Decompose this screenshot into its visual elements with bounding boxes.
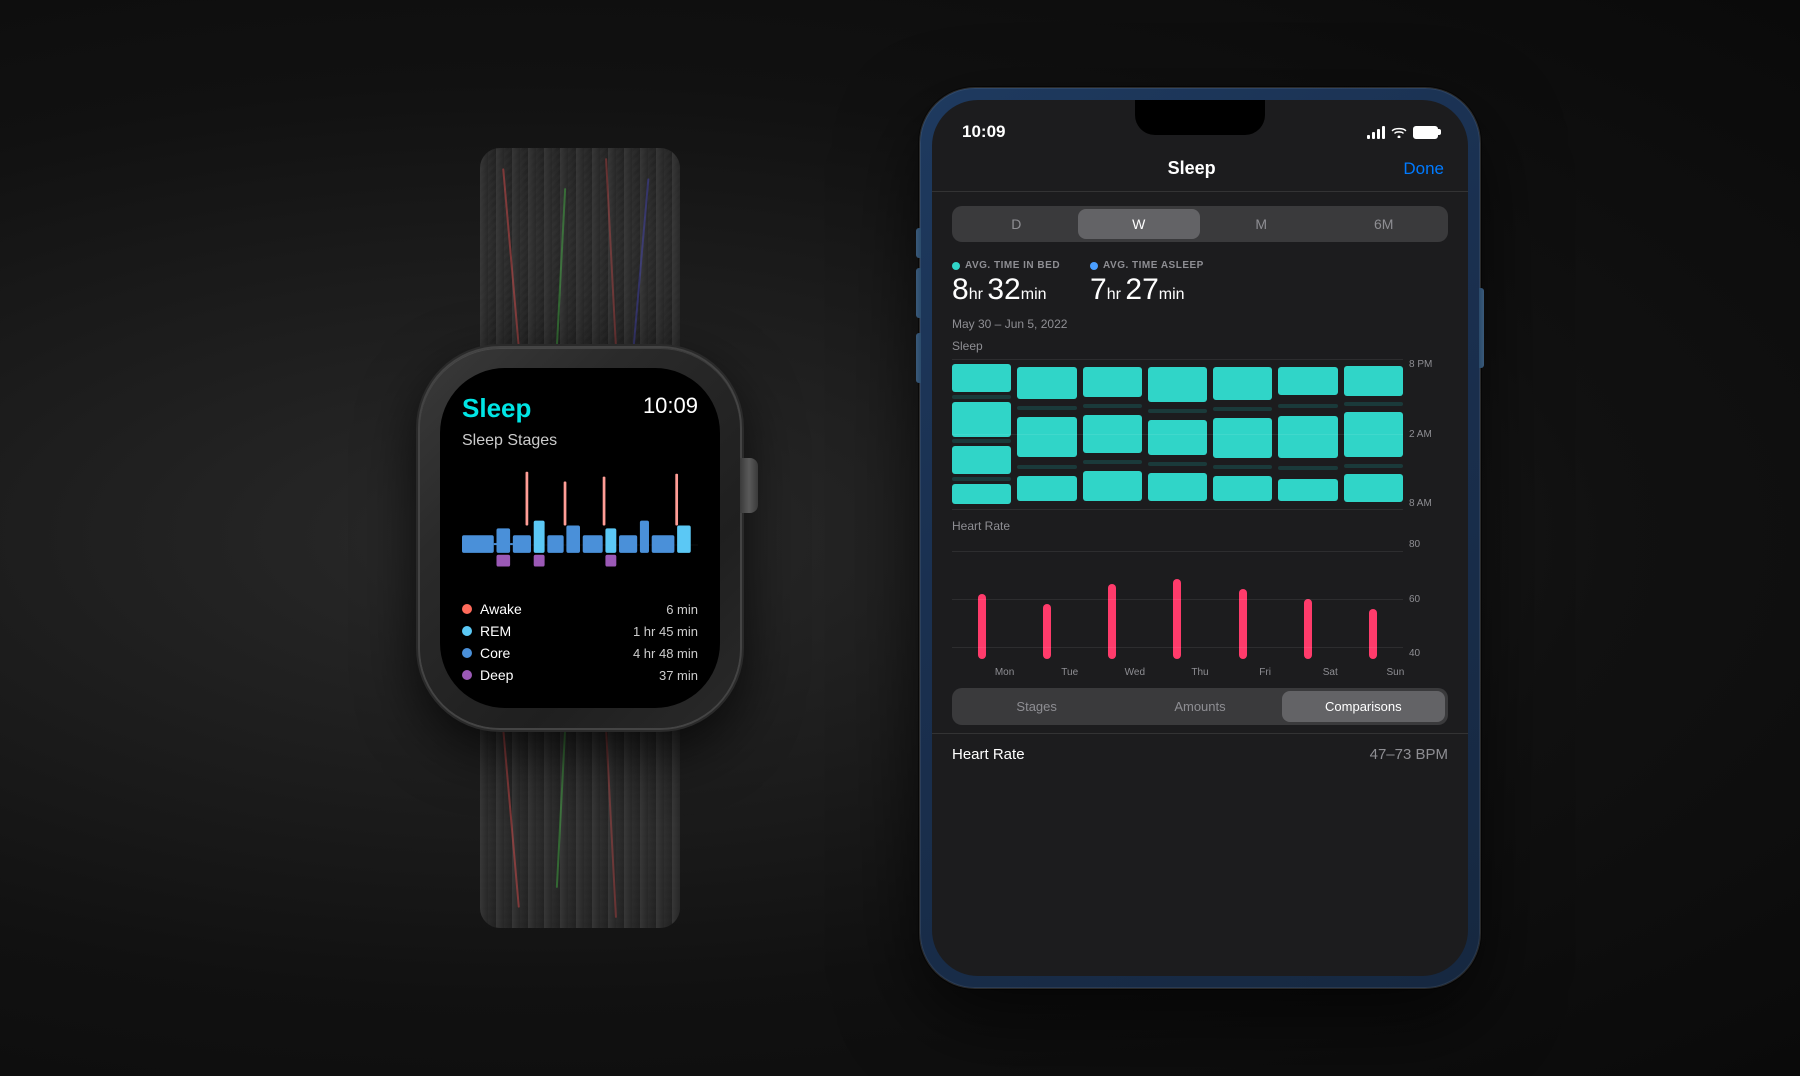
x-label-wed: Wed — [1102, 667, 1167, 678]
seg-m[interactable]: M — [1200, 209, 1323, 239]
watch-body: Sleep 10:09 Sleep Stages — [420, 348, 740, 728]
phone-vol-up-button — [916, 268, 921, 318]
heart-chart-label: Heart Rate — [952, 519, 1448, 533]
bottom-tabs[interactable]: Stages Amounts Comparisons — [952, 688, 1448, 725]
x-label-sun: Sun — [1363, 667, 1428, 678]
stat-time-asleep: AVG. TIME ASLEEP 7hr 27min — [1090, 260, 1204, 307]
rem-label: REM — [480, 623, 511, 639]
awake-value: 6 min — [666, 602, 698, 617]
watch-legend: Awake 6 min REM 1 hr 45 min — [462, 601, 698, 683]
y-label-8pm: 8 PM — [1409, 359, 1448, 370]
time-asleep-value: 7hr 27min — [1090, 273, 1204, 307]
phone-container: 10:09 — [920, 88, 1480, 988]
legend-deep: Deep 37 min — [462, 667, 698, 683]
heart-chart-section: Heart Rate — [952, 519, 1448, 678]
watch-crown — [740, 458, 758, 513]
segmented-control[interactable]: D W M 6M — [952, 206, 1448, 242]
deep-label: Deep — [480, 667, 513, 683]
heart-chart-bars — [952, 539, 1403, 659]
awake-dot — [462, 604, 472, 614]
awake-label: Awake — [480, 601, 522, 617]
watch-band-top — [480, 148, 680, 368]
tab-stages[interactable]: Stages — [955, 691, 1118, 722]
time-in-bed-label: AVG. TIME IN BED — [952, 260, 1060, 271]
status-time: 10:09 — [962, 122, 1005, 142]
sleep-chart: 8 PM 2 AM 8 AM — [952, 359, 1448, 509]
phone-side-button — [1479, 288, 1484, 368]
phone-content: D W M 6M AVG. TIME IN BED 8hr 32min — [932, 192, 1468, 976]
x-label-mon: Mon — [972, 667, 1037, 678]
y-label-80: 80 — [1409, 539, 1448, 550]
x-label-fri: Fri — [1233, 667, 1298, 678]
watch-container: Sleep 10:09 Sleep Stages — [320, 148, 840, 928]
legend-core: Core 4 hr 48 min — [462, 645, 698, 661]
nav-bar: Sleep Done — [932, 150, 1468, 192]
y-label-60: 60 — [1409, 594, 1448, 605]
footer-label: Heart Rate — [952, 746, 1025, 763]
watch-sleep-chart — [462, 462, 698, 589]
core-label: Core — [480, 645, 510, 661]
status-icons — [1367, 125, 1438, 139]
sleep-chart-bars — [952, 359, 1403, 509]
heart-chart: 80 60 40 — [952, 539, 1448, 659]
y-label-2am: 2 AM — [1409, 429, 1448, 440]
watch-subtitle: Sleep Stages — [462, 432, 698, 450]
rem-value: 1 hr 45 min — [633, 624, 698, 639]
done-button[interactable]: Done — [1403, 159, 1444, 179]
date-range: May 30 – Jun 5, 2022 — [932, 317, 1468, 331]
time-in-bed-dot — [952, 262, 960, 270]
sleep-chart-section: Sleep — [952, 339, 1448, 509]
x-label-thu: Thu — [1167, 667, 1232, 678]
phone-notch — [1135, 100, 1265, 135]
rem-dot — [462, 626, 472, 636]
wifi-icon — [1391, 126, 1407, 138]
time-asleep-dot — [1090, 262, 1098, 270]
x-label-sat: Sat — [1298, 667, 1363, 678]
footer-row: Heart Rate 47–73 BPM — [932, 733, 1468, 775]
sleep-y-axis: 8 PM 2 AM 8 AM — [1403, 359, 1448, 509]
watch-band-bottom — [480, 708, 680, 928]
sleep-chart-label: Sleep — [952, 339, 1448, 353]
phone-vol-down-button — [916, 333, 921, 383]
deep-value: 37 min — [659, 668, 698, 683]
deep-dot — [462, 670, 472, 680]
watch-sleep-title: Sleep — [462, 393, 531, 424]
y-label-8am: 8 AM — [1409, 498, 1448, 509]
watch-time: 10:09 — [643, 393, 698, 419]
y-label-40: 40 — [1409, 648, 1448, 659]
x-label-tue: Tue — [1037, 667, 1102, 678]
seg-d[interactable]: D — [955, 209, 1078, 239]
stat-time-in-bed: AVG. TIME IN BED 8hr 32min — [952, 260, 1060, 307]
watch-screen: Sleep 10:09 Sleep Stages — [440, 368, 720, 708]
core-value: 4 hr 48 min — [633, 646, 698, 661]
nav-title: Sleep — [1168, 158, 1216, 179]
core-dot — [462, 648, 472, 658]
seg-w[interactable]: W — [1078, 209, 1201, 239]
heart-x-labels: Mon Tue Wed Thu Fri Sat Sun — [972, 667, 1428, 678]
time-in-bed-value: 8hr 32min — [952, 273, 1060, 307]
tab-amounts[interactable]: Amounts — [1118, 691, 1281, 722]
stats-section: AVG. TIME IN BED 8hr 32min AVG. TIME ASL… — [932, 256, 1468, 317]
battery-icon — [1413, 126, 1438, 139]
seg-6m[interactable]: 6M — [1323, 209, 1446, 239]
phone-silent-switch — [916, 228, 921, 258]
scene: Sleep 10:09 Sleep Stages — [0, 0, 1800, 1076]
legend-awake: Awake 6 min — [462, 601, 698, 617]
legend-rem: REM 1 hr 45 min — [462, 623, 698, 639]
time-asleep-label: AVG. TIME ASLEEP — [1090, 260, 1204, 271]
heart-y-axis: 80 60 40 — [1403, 539, 1448, 659]
tab-comparisons[interactable]: Comparisons — [1282, 691, 1445, 722]
phone-screen: 10:09 — [932, 100, 1468, 976]
footer-value: 47–73 BPM — [1370, 746, 1448, 763]
signal-icon — [1367, 125, 1385, 139]
